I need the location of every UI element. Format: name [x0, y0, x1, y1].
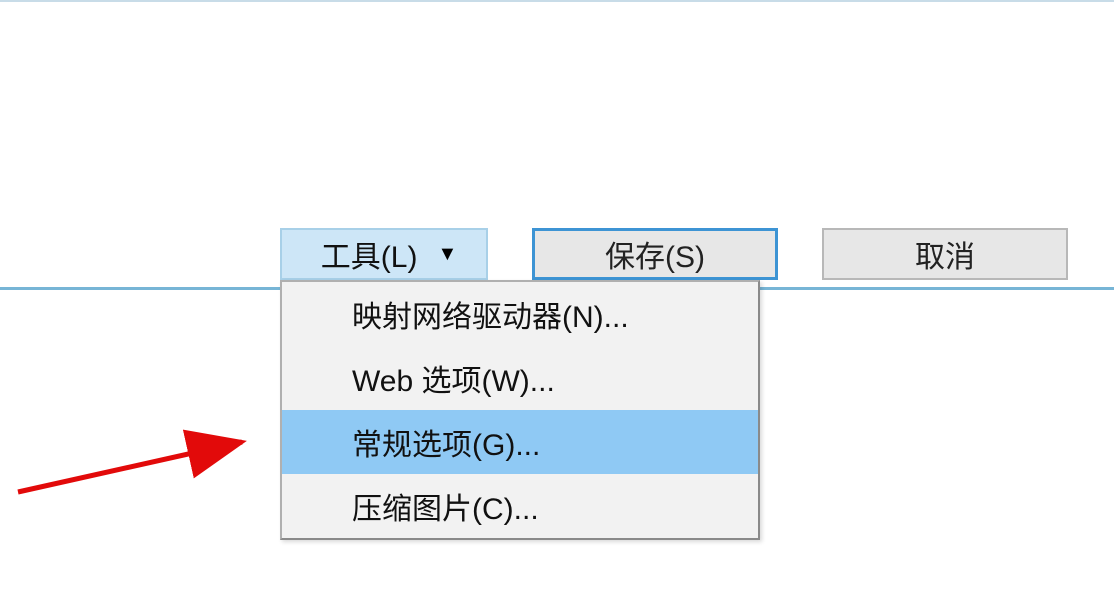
- save-button-label: 保存(S): [605, 232, 705, 276]
- menu-item-general-options[interactable]: 常规选项(G)...: [282, 410, 758, 474]
- menu-item-label: 映射网络驱动器(N)...: [352, 292, 629, 336]
- menu-item-label: 常规选项(G)...: [352, 420, 540, 464]
- chevron-down-icon: ▼: [437, 243, 457, 266]
- tools-dropdown-button[interactable]: 工具(L) ▼: [280, 228, 488, 280]
- annotation-arrow-icon: [0, 390, 280, 500]
- menu-item-compress-pictures[interactable]: 压缩图片(C)...: [282, 474, 758, 538]
- button-row: 工具(L) ▼ 保存(S) 取消: [280, 228, 1068, 280]
- menu-item-web-options[interactable]: Web 选项(W)...: [282, 346, 758, 410]
- tools-dropdown-menu: 映射网络驱动器(N)... Web 选项(W)... 常规选项(G)... 压缩…: [280, 280, 760, 540]
- menu-item-map-network-drive[interactable]: 映射网络驱动器(N)...: [282, 282, 758, 346]
- save-button[interactable]: 保存(S): [532, 228, 778, 280]
- tools-button-label: 工具(L): [321, 232, 418, 276]
- menu-item-label: Web 选项(W)...: [352, 356, 555, 400]
- menu-item-label: 压缩图片(C)...: [352, 484, 539, 528]
- cancel-button-label: 取消: [915, 232, 975, 276]
- cancel-button[interactable]: 取消: [822, 228, 1068, 280]
